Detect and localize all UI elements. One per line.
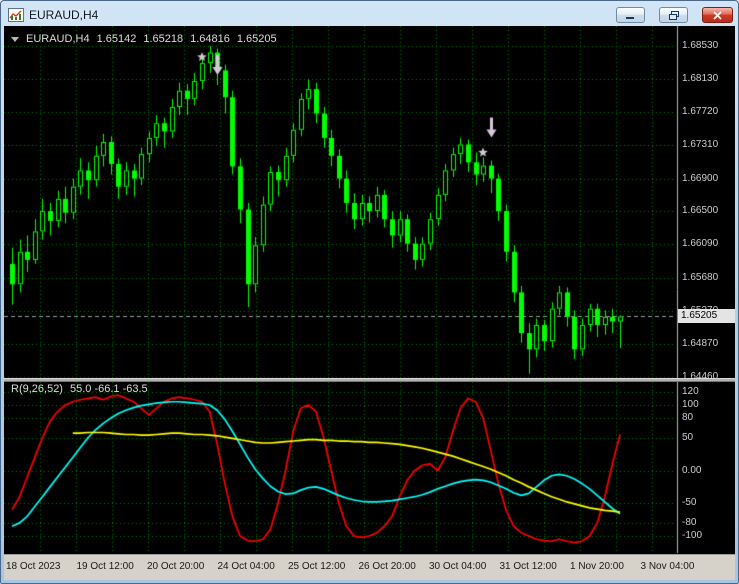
chart-body: EURAUD,H4 1.65142 1.65218 1.64816 1.6520… [4, 26, 735, 554]
time-axis-label: 26 Oct 20:00 [358, 561, 416, 572]
close-icon [713, 10, 722, 20]
chart-window: EURAUD,H4 EURAUD,H4 1.65142 1.65218 1.64… [0, 0, 739, 584]
indicator-axis-label: 100 [682, 399, 699, 410]
price-axis-label: 1.67310 [682, 139, 719, 151]
chart-ohlc-header: EURAUD,H4 1.65142 1.65218 1.64816 1.6520… [11, 33, 277, 45]
chart-window-icon [8, 8, 24, 22]
indicator-axis[interactable]: 120 100 80 50 0.00 -50 -80 -100 [680, 378, 734, 554]
time-axis-label: 3 Nov 04:00 [640, 561, 695, 572]
indicator-axis-label: 50 [682, 431, 694, 443]
indicator-axis-label: -50 [682, 497, 697, 509]
indicator-axis-label: 80 [682, 412, 694, 424]
ohlc-high: 1.65218 [143, 33, 184, 45]
price-axis-label: 1.66900 [682, 172, 719, 184]
indicator-name: R(9,26,52) [11, 383, 63, 395]
restore-button[interactable] [659, 7, 688, 23]
panel-divider[interactable] [4, 378, 735, 382]
time-axis[interactable]: 18 Oct 2023 19 Oct 12:00 20 Oct 20:00 24 Oc… [4, 554, 735, 580]
one-click-trading-toggle-icon[interactable] [11, 36, 19, 42]
price-axis-label: 1.64870 [682, 337, 719, 349]
time-axis-label: 18 Oct 2023 [6, 561, 61, 572]
titlebar[interactable]: EURAUD,H4 [4, 4, 735, 26]
time-axis-label: 30 Oct 04:00 [429, 561, 487, 572]
window-title: EURAUD,H4 [29, 8, 99, 22]
time-axis-label: 25 Oct 12:00 [288, 561, 346, 572]
price-axis-label: 1.67720 [682, 105, 719, 117]
time-axis-label: 20 Oct 20:00 [147, 561, 205, 572]
time-axis-label: 19 Oct 12:00 [76, 561, 134, 572]
price-axis-label: 1.68530 [682, 40, 719, 51]
time-axis-label: 24 Oct 04:00 [217, 561, 275, 572]
window-controls [602, 7, 733, 23]
indicator-header: R(9,26,52) 55.0 -66.1 -63.5 [11, 383, 148, 395]
current-price-tag: 1.65205 [678, 309, 735, 324]
price-axis-label: 1.66500 [682, 205, 719, 217]
minimize-button[interactable] [616, 7, 645, 23]
indicator-values: 55.0 -66.1 -63.5 [69, 383, 148, 395]
time-axis-label: 31 Oct 12:00 [499, 561, 557, 572]
indicator-axis-label: -100 [682, 530, 703, 541]
price-axis-label: 1.65680 [682, 271, 719, 283]
ohlc-close: 1.65205 [236, 33, 277, 45]
indicator-axis-label: -80 [682, 516, 697, 528]
close-button[interactable] [702, 7, 733, 23]
indicator-axis-label: 120 [682, 385, 699, 397]
price-chart-canvas[interactable] [4, 26, 735, 554]
price-axis-label: 1.66090 [682, 238, 719, 250]
indicator-axis-label: 0.00 [682, 464, 702, 476]
ohlc-low: 1.64816 [190, 33, 230, 45]
chart-symbol-label: EURAUD,H4 [26, 33, 90, 45]
price-axis[interactable]: 1.68530 1.68130 1.67720 1.67310 1.66900 1.665… [680, 26, 734, 382]
price-axis-label: 1.68130 [682, 72, 719, 84]
chart-client-area: EURAUD,H4 1.65142 1.65218 1.64816 1.6520… [4, 26, 735, 580]
restore-icon [668, 10, 679, 20]
minimize-icon [626, 16, 634, 19]
ohlc-open: 1.65142 [96, 33, 137, 45]
time-axis-label: 1 Nov 20:00 [570, 561, 624, 572]
